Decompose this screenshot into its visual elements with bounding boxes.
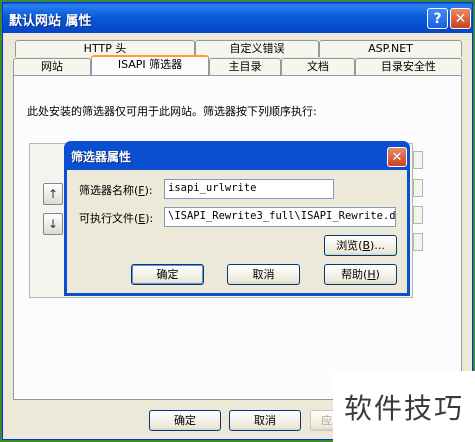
close-icon: ✕ bbox=[454, 10, 467, 27]
cancel-button[interactable]: 取消 bbox=[229, 410, 301, 431]
browse-label: 浏览( bbox=[336, 239, 363, 252]
executable-label-text: 可执行文件( bbox=[79, 212, 139, 225]
title-bar[interactable]: 默认网站 属性 ? ✕ bbox=[3, 3, 472, 33]
move-down-button[interactable]: ↓ bbox=[43, 213, 63, 235]
filter-name-label-end: ): bbox=[144, 184, 153, 197]
help-button[interactable]: ? bbox=[427, 8, 448, 29]
browse-button[interactable]: 浏览(B)... bbox=[324, 235, 397, 256]
dialog-body: 筛选器名称(F): isapi_urlwrite 可执行文件(E): \ISAP… bbox=[67, 170, 407, 293]
tab-aspnet[interactable]: ASP.NET bbox=[319, 40, 462, 57]
dialog-help-button[interactable]: 帮助(H) bbox=[324, 264, 397, 285]
executable-label: 可执行文件(E): bbox=[79, 210, 153, 226]
filter-properties-dialog: 筛选器属性 ✕ 筛选器名称(F): isapi_urlwrite 可执行文件(E… bbox=[64, 141, 410, 296]
filter-name-label: 筛选器名称(F): bbox=[79, 182, 153, 198]
browse-label-end: )... bbox=[370, 239, 385, 252]
help-label: 帮助( bbox=[341, 268, 368, 281]
close-icon: ✕ bbox=[391, 149, 403, 165]
tab-documents[interactable]: 文档 bbox=[281, 58, 355, 75]
dialog-cancel-button[interactable]: 取消 bbox=[227, 264, 300, 285]
ok-button[interactable]: 确定 bbox=[149, 410, 221, 431]
edit-button[interactable] bbox=[413, 206, 423, 224]
help-icon: ? bbox=[433, 10, 442, 27]
window-title: 默认网站 属性 bbox=[9, 14, 92, 29]
move-up-button[interactable]: ↑ bbox=[43, 183, 63, 205]
watermark: 软件技巧 bbox=[333, 371, 475, 442]
filter-name-input[interactable]: isapi_urlwrite bbox=[164, 179, 334, 199]
help-label-end: ) bbox=[375, 268, 380, 281]
dialog-title: 筛选器属性 bbox=[71, 150, 132, 164]
enable-button[interactable] bbox=[413, 233, 423, 251]
browse-accel: B bbox=[362, 239, 371, 252]
tab-isapi-filters[interactable]: ISAPI 筛选器 bbox=[91, 55, 209, 75]
help-accel: H bbox=[367, 268, 376, 281]
add-button[interactable] bbox=[413, 151, 423, 169]
tab-directory-security[interactable]: 目录安全性 bbox=[355, 58, 462, 75]
tab-custom-errors[interactable]: 自定义错误 bbox=[195, 40, 319, 57]
tab-website[interactable]: 网站 bbox=[13, 58, 91, 75]
filter-name-label-text: 筛选器名称( bbox=[79, 184, 139, 197]
dialog-ok-button[interactable]: 确定 bbox=[131, 264, 204, 285]
panel-description: 此处安装的筛选器仅可用于此网站。筛选器按下列顺序执行: bbox=[27, 105, 317, 118]
close-button[interactable]: ✕ bbox=[450, 8, 471, 29]
tab-home-directory[interactable]: 主目录 bbox=[209, 58, 281, 75]
arrow-down-icon: ↓ bbox=[47, 217, 59, 231]
arrow-up-icon: ↑ bbox=[47, 187, 59, 201]
remove-button[interactable] bbox=[413, 179, 423, 197]
executable-input[interactable]: \ISAPI_Rewrite3_full\ISAPI_Rewrite.dll bbox=[164, 207, 396, 227]
executable-label-end: ): bbox=[145, 212, 154, 225]
dialog-close-button[interactable]: ✕ bbox=[387, 147, 407, 167]
